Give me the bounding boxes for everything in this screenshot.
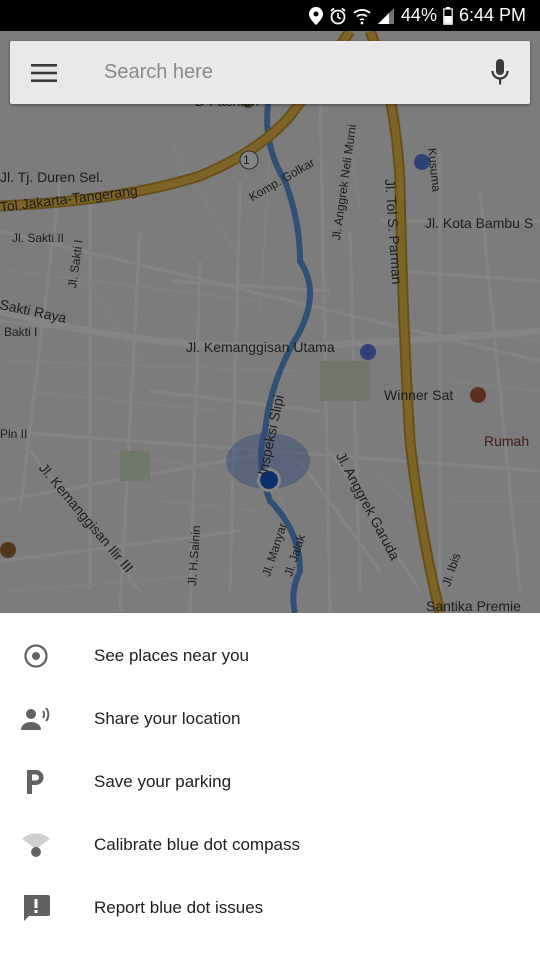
alarm-icon	[329, 7, 347, 25]
menu-item-label: Save your parking	[94, 771, 232, 791]
microphone-icon[interactable]	[470, 41, 530, 104]
menu-item-see-places[interactable]: See places near you	[0, 624, 540, 687]
compass-calibrate-icon	[0, 832, 72, 858]
menu-item-calibrate-compass[interactable]: Calibrate blue dot compass	[0, 813, 540, 876]
menu-item-label: Calibrate blue dot compass	[94, 834, 301, 854]
map-view[interactable]: D Fashion 1 Jl. Tj. Duren Sel. Tol Jakar…	[0, 31, 540, 613]
status-bar: 44% 6:44 PM	[0, 0, 540, 31]
hamburger-menu-icon[interactable]	[10, 41, 78, 104]
menu-item-share-location[interactable]: Share your location	[0, 687, 540, 750]
menu-item-label: See places near you	[94, 645, 249, 665]
target-icon	[0, 643, 72, 668]
report-icon	[0, 894, 72, 921]
battery-icon	[443, 6, 453, 25]
menu-item-label: Report blue dot issues	[94, 897, 264, 917]
blue-dot-options-sheet: See places near you Share your location …	[0, 613, 540, 960]
search-bar[interactable]: Search here	[10, 41, 530, 104]
clock: 6:44 PM	[458, 5, 526, 25]
share-location-icon	[0, 706, 72, 731]
battery-percent: 44%	[400, 5, 437, 25]
menu-item-label: Share your location	[94, 708, 241, 728]
signal-icon	[377, 7, 395, 25]
wifi-icon	[353, 7, 371, 25]
menu-item-report-issues[interactable]: Report blue dot issues	[0, 876, 540, 939]
map-dim-overlay[interactable]	[0, 31, 540, 613]
location-icon	[308, 6, 323, 25]
menu-item-save-parking[interactable]: Save your parking	[0, 750, 540, 813]
parking-icon	[0, 769, 72, 794]
search-input[interactable]: Search here	[78, 61, 470, 84]
